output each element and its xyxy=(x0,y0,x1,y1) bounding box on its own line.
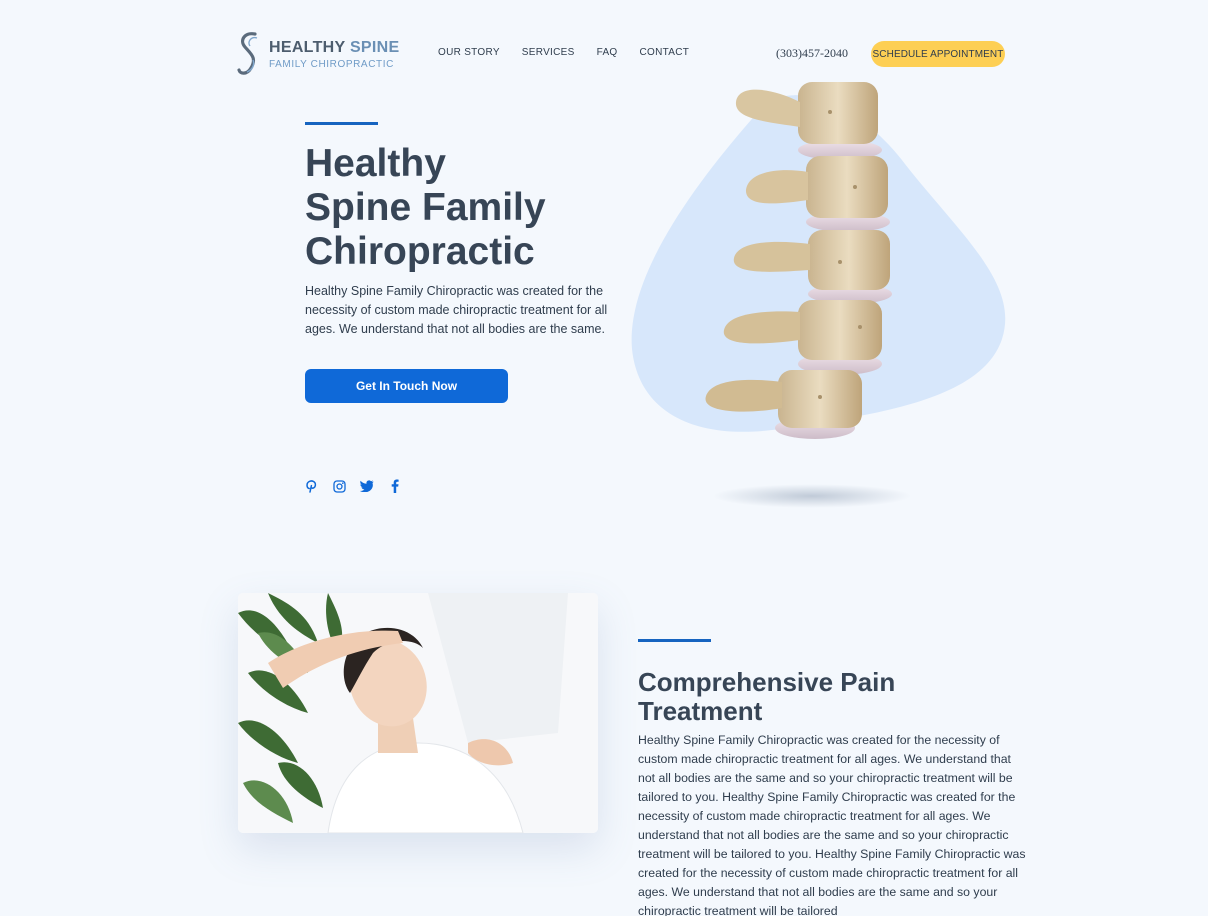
section-description: Healthy Spine Family Chiropractic was cr… xyxy=(638,733,1026,916)
hero-title-line-1: Healthy xyxy=(305,142,446,185)
phone-number[interactable]: (303)457-2040 xyxy=(776,46,848,61)
brand-logo[interactable]: HEALTHY SPINE FAMILY CHIROPRACTIC xyxy=(237,30,399,78)
twitter-icon[interactable] xyxy=(360,479,374,493)
section-title-line-1: Comprehensive Pain xyxy=(638,667,896,697)
section-accent-bar xyxy=(638,639,711,642)
hero-title: Healthy Spine Family Chiropractic xyxy=(305,142,605,274)
pinterest-icon[interactable] xyxy=(304,479,318,493)
hero-title-line-3: Chiropractic xyxy=(305,230,535,273)
section-title-line-2: Treatment xyxy=(638,696,763,726)
nav-item-services[interactable]: SERVICES xyxy=(522,47,575,58)
spine-logo-icon xyxy=(237,32,258,75)
hero-description: Healthy Spine Family Chiropractic was cr… xyxy=(305,284,608,336)
brand-subtitle: FAMILY CHIROPRACTIC xyxy=(269,59,394,70)
get-in-touch-button[interactable]: Get In Touch Now xyxy=(305,369,508,403)
social-links xyxy=(304,479,402,493)
nav-item-faq[interactable]: FAQ xyxy=(597,47,618,58)
hero-accent-bar xyxy=(305,122,378,125)
brand-name-part2: SPINE xyxy=(349,39,400,56)
instagram-icon[interactable] xyxy=(332,479,346,493)
chiropractic-treatment-photo xyxy=(238,593,598,833)
nav-item-our-story[interactable]: OUR STORY xyxy=(438,47,500,58)
hero-title-line-2: Spine Family xyxy=(305,186,546,229)
brand-name-part1: HEALTHY xyxy=(269,39,346,56)
nav-item-contact[interactable]: CONTACT xyxy=(640,47,690,58)
brand-name: HEALTHY SPINE xyxy=(269,39,399,57)
schedule-appointment-button[interactable]: SCHEDULE APPOINTMENT xyxy=(871,41,1005,67)
facebook-icon[interactable] xyxy=(388,479,402,493)
spine-shadow xyxy=(712,484,912,508)
main-nav: OUR STORY SERVICES FAQ CONTACT xyxy=(438,47,689,58)
spine-illustration xyxy=(705,82,892,439)
section-title: Comprehensive Pain Treatment xyxy=(638,668,1018,726)
